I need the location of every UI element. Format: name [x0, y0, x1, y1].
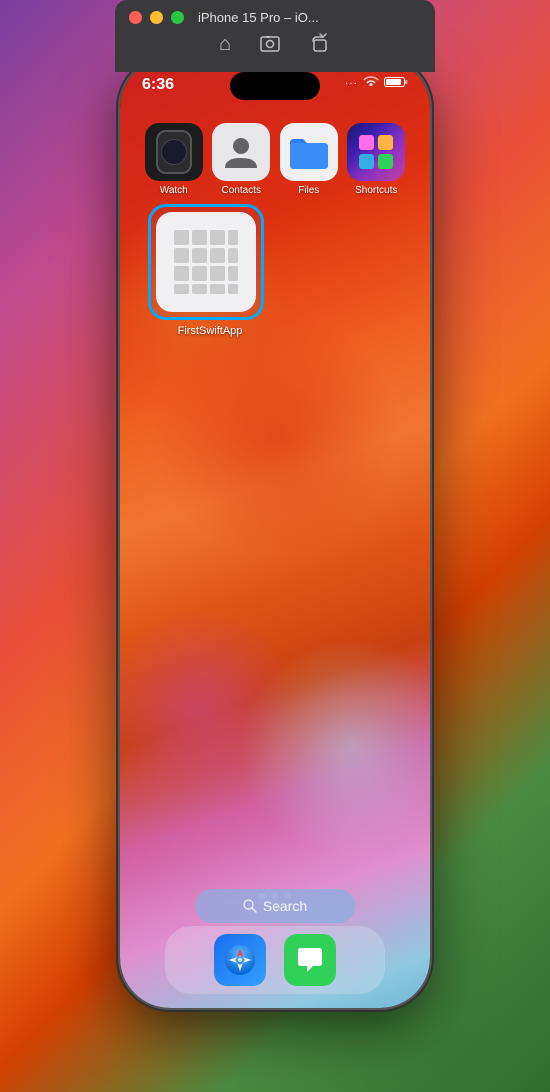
watch-display	[161, 139, 187, 165]
home-toolbar-icon[interactable]: ⌂	[219, 33, 231, 61]
wifi-icon	[363, 76, 379, 91]
rotate-toolbar-icon[interactable]	[309, 33, 331, 61]
first-swift-app-label: FirstSwiftApp	[148, 325, 264, 337]
files-app-item[interactable]: Files	[277, 123, 341, 196]
close-button[interactable]	[129, 11, 142, 24]
app-row-1: Watch Contacts	[140, 123, 410, 196]
iphone-screen: 6:36 ···	[120, 58, 430, 1008]
maximize-button[interactable]	[171, 11, 184, 24]
minimize-button[interactable]	[150, 11, 163, 24]
signal-dots-icon: ···	[345, 78, 358, 89]
dock	[165, 926, 385, 994]
shortcuts-app-icon[interactable]	[347, 123, 405, 181]
search-text: Search	[263, 898, 307, 914]
shortcuts-app-label: Shortcuts	[355, 185, 397, 196]
screenshot-toolbar-icon[interactable]	[259, 33, 281, 61]
bg-decoration-2	[150, 308, 400, 558]
safari-dock-item[interactable]	[214, 934, 266, 986]
contacts-app-item[interactable]: Contacts	[209, 123, 273, 196]
messages-dock-item[interactable]	[284, 934, 336, 986]
search-bar[interactable]: Search	[195, 889, 355, 923]
app-row-2: FirstSwiftApp	[140, 204, 410, 337]
first-swift-app-wrapper[interactable]: FirstSwiftApp	[148, 204, 264, 337]
watch-app-icon[interactable]	[145, 123, 203, 181]
watch-app-label: Watch	[160, 185, 188, 196]
selected-app-border	[148, 204, 264, 320]
dynamic-island	[230, 72, 320, 100]
watch-app-item[interactable]: Watch	[142, 123, 206, 196]
title-bar: iPhone 15 Pro – iO... ⌂	[115, 0, 435, 72]
files-app-icon[interactable]	[280, 123, 338, 181]
iphone-frame: 6:36 ···	[120, 58, 430, 1008]
window-title: iPhone 15 Pro – iO...	[198, 10, 319, 25]
app-grid: Watch Contacts	[120, 123, 430, 345]
first-swift-app-icon[interactable]	[156, 212, 256, 312]
search-icon	[243, 899, 257, 913]
contacts-app-icon[interactable]	[212, 123, 270, 181]
shortcuts-app-item[interactable]: Shortcuts	[344, 123, 408, 196]
status-time: 6:36	[142, 76, 174, 94]
battery-icon	[384, 76, 408, 91]
files-app-label: Files	[298, 185, 319, 196]
contacts-app-label: Contacts	[222, 185, 261, 196]
watch-face-icon	[156, 130, 192, 174]
status-icons: ···	[345, 76, 408, 91]
